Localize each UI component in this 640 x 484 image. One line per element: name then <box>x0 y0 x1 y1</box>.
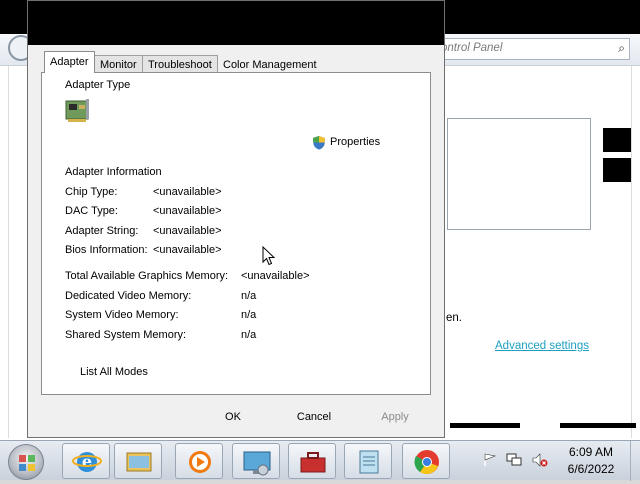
dedicated-video-memory-label: Dedicated Video Memory: <box>65 290 192 302</box>
windows-explorer-icon <box>126 452 152 472</box>
show-desktop-button[interactable] <box>630 441 640 481</box>
tab-monitor-label: Monitor <box>100 59 137 71</box>
dac-type-label: DAC Type: <box>65 205 118 217</box>
uac-shield-icon <box>313 135 325 149</box>
chip-type-value: <unavailable> <box>153 186 222 198</box>
bottom-bar-1 <box>450 423 520 428</box>
tab-color-management-label: Color Management <box>223 59 317 71</box>
apply-button[interactable]: Apply <box>360 408 430 428</box>
toolbox-icon <box>300 452 326 473</box>
tab-troubleshoot[interactable]: Troubleshoot <box>142 55 218 73</box>
svg-text:e: e <box>82 452 92 471</box>
monitor-preview-frame <box>447 118 591 230</box>
display-settings-icon <box>243 451 271 476</box>
ok-button[interactable]: OK <box>198 408 268 428</box>
taskbar-internet-explorer[interactable]: e <box>62 443 110 479</box>
bottom-bars <box>450 423 640 429</box>
total-graphics-memory-value: <unavailable> <box>241 270 310 282</box>
adapter-tab-panel: Adapter Type Properties Adapter Informat… <box>41 72 431 395</box>
system-video-memory-value: n/a <box>241 309 257 321</box>
clock-date[interactable]: 6/6/2022 <box>556 462 626 476</box>
cancel-button[interactable]: Cancel <box>279 408 349 428</box>
taskbar-notepad[interactable] <box>344 443 392 479</box>
partial-text: en. <box>446 312 462 324</box>
adapter-string-value: <unavailable> <box>153 225 222 237</box>
chip-type-label: Chip Type: <box>65 186 118 198</box>
list-all-modes-button[interactable]: List All Modes <box>80 366 148 378</box>
windows-logo-icon <box>19 455 35 471</box>
properties-button-label: Properties <box>330 136 381 148</box>
advanced-settings-link[interactable]: Advanced settings <box>495 340 589 352</box>
tab-monitor[interactable]: Monitor <box>94 55 143 73</box>
dialog-client-area: Adapter Monitor Troubleshoot Color Manag… <box>28 45 444 437</box>
start-button[interactable] <box>8 444 44 480</box>
taskbar: e 6:09 AM 6/6/2022 <box>0 440 640 481</box>
media-player-icon <box>189 451 211 473</box>
tab-adapter[interactable]: Adapter <box>44 51 95 73</box>
monitor-thumbnail-2[interactable] <box>603 158 631 182</box>
chrome-icon <box>414 450 439 475</box>
search-placeholder: ontrol Panel <box>441 42 503 54</box>
adapter-string-label: Adapter String: <box>65 225 139 237</box>
dedicated-video-memory-value: n/a <box>241 290 257 302</box>
tab-troubleshoot-label: Troubleshoot <box>148 59 212 71</box>
taskbar-media-player[interactable] <box>175 443 223 479</box>
bios-info-value: <unavailable> <box>153 244 222 256</box>
internet-explorer-icon: e <box>72 452 102 472</box>
dialog-titlebar[interactable] <box>28 1 444 45</box>
properties-button[interactable]: Properties <box>309 131 384 151</box>
search-input[interactable]: ontrol Panel ⌕ <box>432 38 630 60</box>
bottom-bar-2 <box>560 423 636 428</box>
search-icon[interactable]: ⌕ <box>618 41 625 56</box>
network-icon[interactable] <box>506 453 522 467</box>
taskbar-windows-explorer[interactable] <box>114 443 162 479</box>
shared-system-memory-label: Shared System Memory: <box>65 329 187 341</box>
tab-adapter-label: Adapter <box>50 56 89 68</box>
taskbar-toolbox[interactable] <box>288 443 336 479</box>
volume-muted-icon[interactable] <box>532 453 548 467</box>
shared-system-memory-value: n/a <box>241 329 257 341</box>
system-video-memory-label: System Video Memory: <box>65 309 179 321</box>
dac-type-value: <unavailable> <box>153 205 222 217</box>
adapter-type-heading: Adapter Type <box>65 79 131 91</box>
display-adapter-properties-dialog: Adapter Monitor Troubleshoot Color Manag… <box>27 0 445 438</box>
action-center-flag-icon[interactable] <box>483 453 497 467</box>
adapter-info-heading: Adapter Information <box>65 166 162 178</box>
mouse-pointer-icon <box>262 246 275 266</box>
taskbar-chrome[interactable] <box>402 443 450 479</box>
taskbar-display-settings[interactable] <box>232 443 280 479</box>
bios-info-label: Bios Information: <box>65 244 148 256</box>
graphics-card-icon <box>65 99 89 122</box>
notepad-icon <box>359 450 379 474</box>
monitor-thumbnail-1[interactable] <box>603 128 631 152</box>
clock-time[interactable]: 6:09 AM <box>556 445 626 459</box>
total-graphics-memory-label: Total Available Graphics Memory: <box>65 270 229 282</box>
